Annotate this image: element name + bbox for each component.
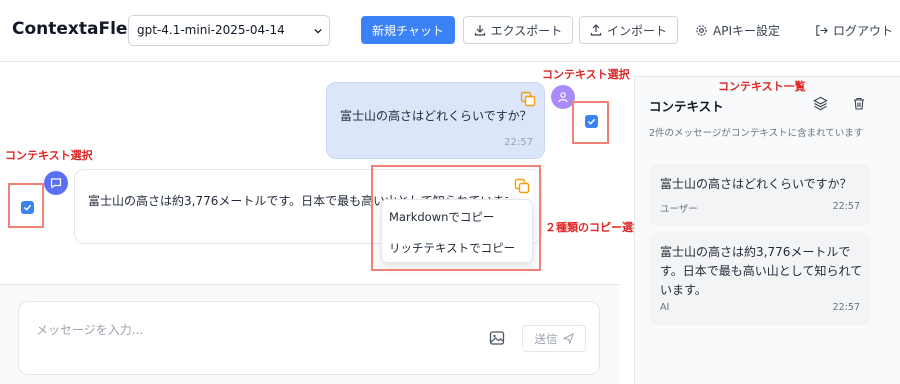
new-chat-label: 新規チャット bbox=[372, 23, 444, 38]
api-settings-link[interactable]: APIキー設定 bbox=[695, 22, 780, 39]
new-chat-button[interactable]: 新規チャット bbox=[361, 16, 455, 44]
gear-icon bbox=[695, 24, 708, 37]
context-panel-description: 2件のメッセージがコンテキストに含まれています bbox=[649, 128, 864, 139]
message-input-area: メッセージを入力... 送信 bbox=[0, 284, 620, 384]
message-input[interactable]: メッセージを入力... 送信 bbox=[18, 301, 600, 375]
app-logo: ContextaFlex bbox=[12, 19, 139, 39]
context-item-role: AI bbox=[660, 302, 670, 313]
export-label: エクスポート bbox=[490, 23, 563, 38]
ai-context-checkbox[interactable] bbox=[21, 201, 34, 214]
upload-icon bbox=[590, 24, 602, 36]
import-label: インポート bbox=[606, 23, 667, 38]
app-root: ContextaFlex gpt-4.1-mini-2025-04-14 新規チ… bbox=[0, 0, 900, 384]
model-select[interactable]: gpt-4.1-mini-2025-04-14 bbox=[128, 15, 330, 46]
chevron-down-icon bbox=[314, 28, 322, 34]
annotation-context-select-user: コンテキスト選択 bbox=[542, 68, 630, 81]
export-button[interactable]: エクスポート bbox=[463, 16, 573, 44]
import-button[interactable]: インポート bbox=[579, 16, 678, 44]
context-item-role: ユーザー bbox=[660, 204, 698, 215]
message-input-placeholder: メッセージを入力... bbox=[36, 323, 144, 337]
context-item: 富士山の高さはどれくらいですか？ ユーザー 22:57 bbox=[649, 164, 871, 226]
highlight-box-copy-menu bbox=[371, 165, 541, 271]
annotation-context-select-ai: コンテキスト選択 bbox=[5, 149, 93, 162]
context-item-text: 富士山の高さはどれくらいですか？ bbox=[660, 177, 852, 191]
context-item-time: 22:57 bbox=[832, 302, 860, 313]
ai-avatar bbox=[44, 171, 68, 195]
context-item-text: 富士山の高さは約3,776メートルです。日本で最も高い山として知られています。 bbox=[660, 245, 863, 297]
layers-icon[interactable] bbox=[813, 96, 828, 111]
model-select-value: gpt-4.1-mini-2025-04-14 bbox=[137, 23, 285, 37]
context-panel-title: コンテキスト bbox=[649, 99, 724, 114]
check-icon bbox=[587, 118, 596, 125]
annotation-copy-types: ２種類のコピー選択 bbox=[545, 221, 644, 234]
context-item: 富士山の高さは約3,776メートルです。日本で最も高い山として知られています。 … bbox=[649, 232, 871, 325]
copy-icon[interactable] bbox=[520, 91, 536, 107]
user-context-checkbox[interactable] bbox=[585, 115, 598, 128]
chat-bubble-icon bbox=[50, 178, 62, 189]
check-icon bbox=[23, 204, 32, 211]
download-icon bbox=[474, 24, 486, 36]
send-icon bbox=[562, 333, 574, 344]
send-label: 送信 bbox=[534, 331, 558, 346]
context-panel: コンテキスト 2件のメッセージがコンテキストに含まれています 富士山の高さはどれ… bbox=[634, 76, 900, 384]
send-button[interactable]: 送信 bbox=[522, 325, 586, 352]
user-message-text: 富士山の高さはどれくらいですか？ bbox=[340, 109, 532, 123]
user-message-time: 22:57 bbox=[504, 137, 533, 148]
top-header: ContextaFlex gpt-4.1-mini-2025-04-14 新規チ… bbox=[0, 0, 900, 62]
logout-link[interactable]: ログアウト bbox=[815, 22, 893, 39]
user-icon bbox=[558, 92, 568, 103]
image-attach-icon[interactable] bbox=[489, 330, 505, 346]
context-item-time: 22:57 bbox=[832, 201, 860, 212]
annotation-context-list: コンテキスト一覧 bbox=[718, 80, 806, 93]
api-settings-label: APIキー設定 bbox=[713, 24, 780, 38]
logout-icon bbox=[815, 24, 828, 37]
user-message-bubble: 富士山の高さはどれくらいですか？ 22:57 bbox=[326, 82, 545, 159]
logout-label: ログアウト bbox=[833, 24, 894, 38]
trash-icon[interactable] bbox=[853, 97, 865, 110]
